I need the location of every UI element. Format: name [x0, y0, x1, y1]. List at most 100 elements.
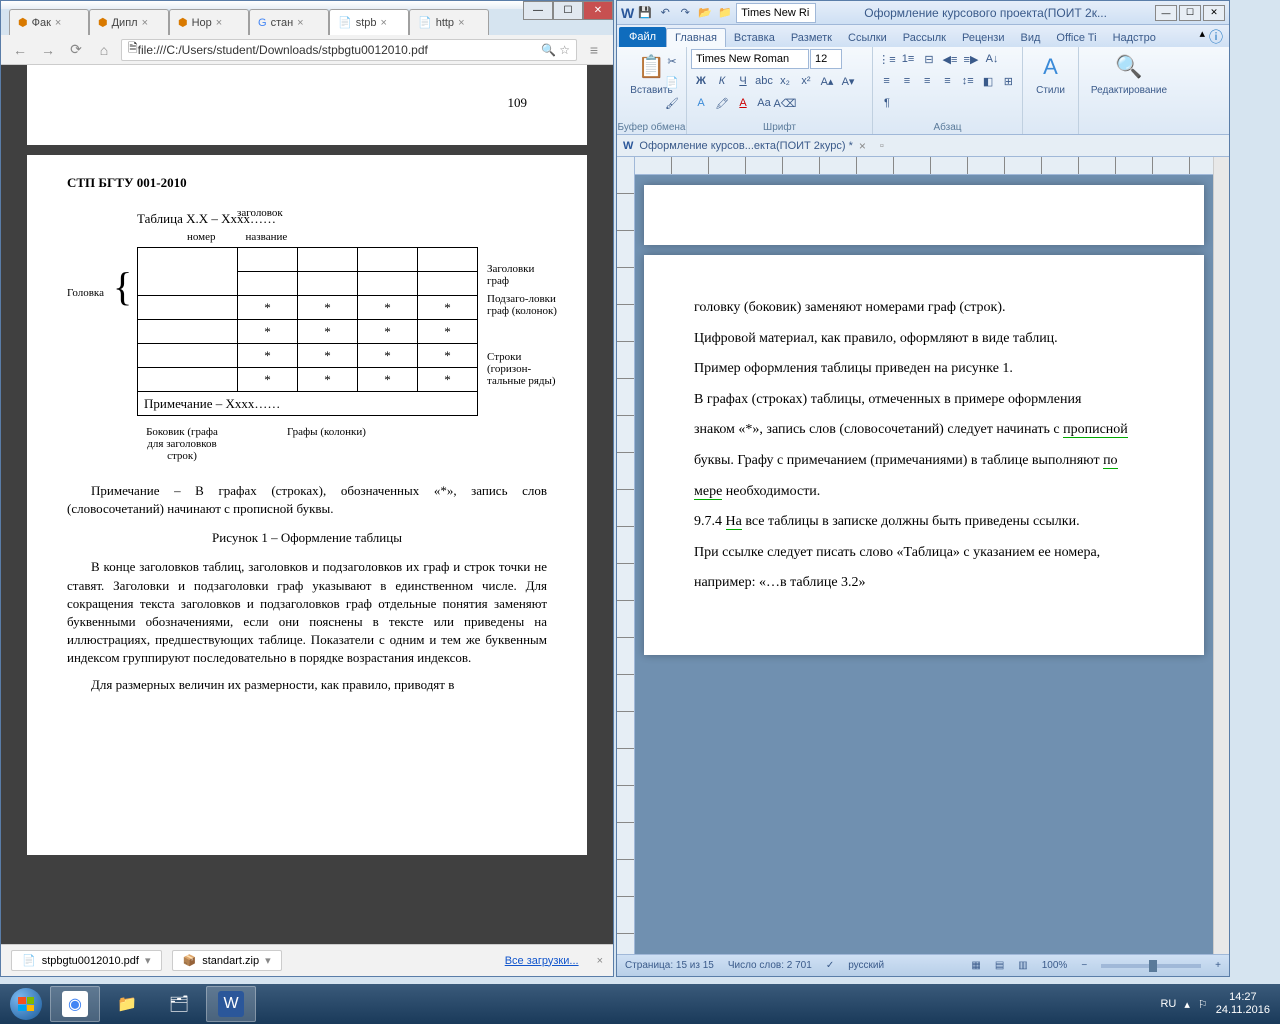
- download-item-zip[interactable]: 📦standart.zip▾: [172, 950, 282, 971]
- styles-button[interactable]: A Стили: [1027, 49, 1074, 98]
- status-zoom[interactable]: 100%: [1042, 960, 1068, 971]
- tray-clock[interactable]: 14:27 24.11.2016: [1216, 991, 1270, 1017]
- ribbon-tab-references[interactable]: Ссылки: [840, 29, 895, 47]
- ribbon-tab-office[interactable]: Office Ti: [1048, 29, 1104, 47]
- chrome-tab-1[interactable]: ⬢Дипл×: [89, 9, 169, 35]
- ribbon-tab-layout[interactable]: Разметк: [783, 29, 840, 47]
- new-doc-icon[interactable]: ▫: [880, 140, 884, 152]
- copy-button[interactable]: 📄: [662, 72, 682, 92]
- maximize-button[interactable]: ☐: [1179, 5, 1201, 21]
- status-spellcheck-icon[interactable]: ✓: [826, 960, 834, 971]
- shrink-font-button[interactable]: A▾: [838, 71, 858, 91]
- close-icon[interactable]: ×: [216, 17, 222, 29]
- chrome-tab-5[interactable]: 📄http×: [409, 9, 489, 35]
- font-name-combo[interactable]: Times New Roman: [691, 49, 809, 69]
- show-marks-button[interactable]: ¶: [877, 93, 897, 113]
- status-words[interactable]: Число слов: 2 701: [728, 960, 812, 971]
- start-button[interactable]: [4, 986, 48, 1022]
- italic-button[interactable]: К: [712, 71, 732, 91]
- underline-button[interactable]: Ч: [733, 71, 753, 91]
- vertical-scrollbar[interactable]: [1213, 157, 1229, 954]
- undo-button[interactable]: ↶: [656, 4, 674, 22]
- download-item-pdf[interactable]: 📄stpbgtu0012010.pdf▾: [11, 950, 162, 971]
- home-button[interactable]: ⌂: [93, 39, 115, 61]
- chrome-tab-0[interactable]: ⬢Фак×: [9, 9, 89, 35]
- subscript-button[interactable]: x₂: [775, 71, 795, 91]
- bold-button[interactable]: Ж: [691, 71, 711, 91]
- close-button[interactable]: ✕: [1203, 5, 1225, 21]
- minimize-button[interactable]: —: [1155, 5, 1177, 21]
- sort-button[interactable]: A↓: [982, 49, 1002, 69]
- reload-button[interactable]: ⟳: [65, 39, 87, 61]
- view-print-layout-icon[interactable]: ▦: [971, 960, 980, 971]
- grow-font-button[interactable]: A▴: [817, 71, 837, 91]
- zoom-slider[interactable]: [1101, 964, 1201, 968]
- chrome-maximize-button[interactable]: ☐: [553, 1, 583, 20]
- format-painter-button[interactable]: 🖌: [662, 93, 682, 113]
- justify-button[interactable]: ≡: [938, 71, 957, 91]
- ribbon-tab-mailings[interactable]: Рассылк: [895, 29, 954, 47]
- chrome-tab-3[interactable]: Gстан×: [249, 9, 329, 35]
- taskbar-explorer[interactable]: 📁: [102, 986, 152, 1022]
- all-downloads-link[interactable]: Все загрузки...: [505, 955, 579, 967]
- close-icon[interactable]: ×: [381, 17, 387, 29]
- close-icon[interactable]: ×: [142, 17, 148, 29]
- close-icon[interactable]: ×: [458, 17, 464, 29]
- tray-lang[interactable]: RU: [1160, 998, 1176, 1010]
- cut-button[interactable]: ✂: [662, 51, 682, 71]
- qat-font-combo[interactable]: Times New Ri: [736, 3, 816, 23]
- close-icon[interactable]: ×: [55, 17, 61, 29]
- zoom-in-button[interactable]: +: [1215, 960, 1221, 971]
- redo-button[interactable]: ↷: [676, 4, 694, 22]
- tray-action-center-icon[interactable]: ⚐: [1198, 998, 1208, 1011]
- align-right-button[interactable]: ≡: [918, 71, 937, 91]
- status-language[interactable]: русский: [848, 960, 884, 971]
- document-tab[interactable]: Оформление курсов...екта(ПОИТ 2курс) *: [639, 140, 852, 152]
- document-page[interactable]: головку (боковик) заменяют номерами граф…: [644, 255, 1204, 655]
- ribbon-tab-addins[interactable]: Надстро: [1105, 29, 1164, 47]
- multilevel-button[interactable]: ⊟: [919, 49, 939, 69]
- forward-button[interactable]: →: [37, 39, 59, 61]
- text-effects-button[interactable]: A: [691, 93, 711, 113]
- superscript-button[interactable]: x²: [796, 71, 816, 91]
- align-left-button[interactable]: ≡: [877, 71, 896, 91]
- font-size-combo[interactable]: 12: [810, 49, 842, 69]
- close-icon[interactable]: ×: [297, 17, 303, 29]
- view-read-icon[interactable]: ▤: [995, 960, 1004, 971]
- taskbar-word[interactable]: W: [206, 986, 256, 1022]
- tray-flag-icon[interactable]: ▴: [1184, 998, 1190, 1011]
- highlight-button[interactable]: 🖍: [712, 93, 732, 113]
- clear-formatting-button[interactable]: A⌫: [775, 93, 795, 113]
- ribbon-minimize-icon[interactable]: ▴: [1199, 27, 1205, 47]
- taskbar-app[interactable]: 🗂: [154, 986, 204, 1022]
- ribbon-tab-insert[interactable]: Вставка: [726, 29, 783, 47]
- document-canvas[interactable]: головку (боковик) заменяют номерами граф…: [635, 175, 1213, 954]
- folder-button[interactable]: 📁: [716, 4, 734, 22]
- change-case-button[interactable]: Aa: [754, 93, 774, 113]
- back-button[interactable]: ←: [9, 39, 31, 61]
- ribbon-tab-file[interactable]: Файл: [619, 27, 666, 47]
- close-icon[interactable]: ×: [597, 955, 603, 967]
- status-page[interactable]: Страница: 15 из 15: [625, 960, 714, 971]
- chrome-tab-4[interactable]: 📄stpb×: [329, 9, 409, 35]
- vertical-ruler[interactable]: [617, 157, 635, 954]
- font-color-button[interactable]: A: [733, 93, 753, 113]
- shading-button[interactable]: ◧: [978, 71, 997, 91]
- increase-indent-button[interactable]: ≡▶: [961, 49, 981, 69]
- chrome-minimize-button[interactable]: —: [523, 1, 553, 20]
- url-bar[interactable]: 🗎 file:///C:/Users/student/Downloads/stp…: [121, 39, 577, 61]
- ribbon-tab-review[interactable]: Рецензи: [954, 29, 1013, 47]
- horizontal-ruler[interactable]: [635, 157, 1213, 175]
- view-web-icon[interactable]: ▥: [1018, 960, 1027, 971]
- borders-button[interactable]: ⊞: [999, 71, 1018, 91]
- taskbar-chrome[interactable]: ◉: [50, 986, 100, 1022]
- editing-button[interactable]: 🔍 Редактирование: [1083, 49, 1175, 98]
- ribbon-tab-home[interactable]: Главная: [666, 28, 726, 47]
- menu-button[interactable]: ≡: [583, 39, 605, 61]
- bullets-button[interactable]: ⋮≡: [877, 49, 897, 69]
- line-spacing-button[interactable]: ↕≡: [958, 71, 977, 91]
- help-icon[interactable]: ⓘ: [1209, 27, 1223, 47]
- open-button[interactable]: 📂: [696, 4, 714, 22]
- chrome-close-button[interactable]: ✕: [583, 1, 613, 20]
- numbering-button[interactable]: 1≡: [898, 49, 918, 69]
